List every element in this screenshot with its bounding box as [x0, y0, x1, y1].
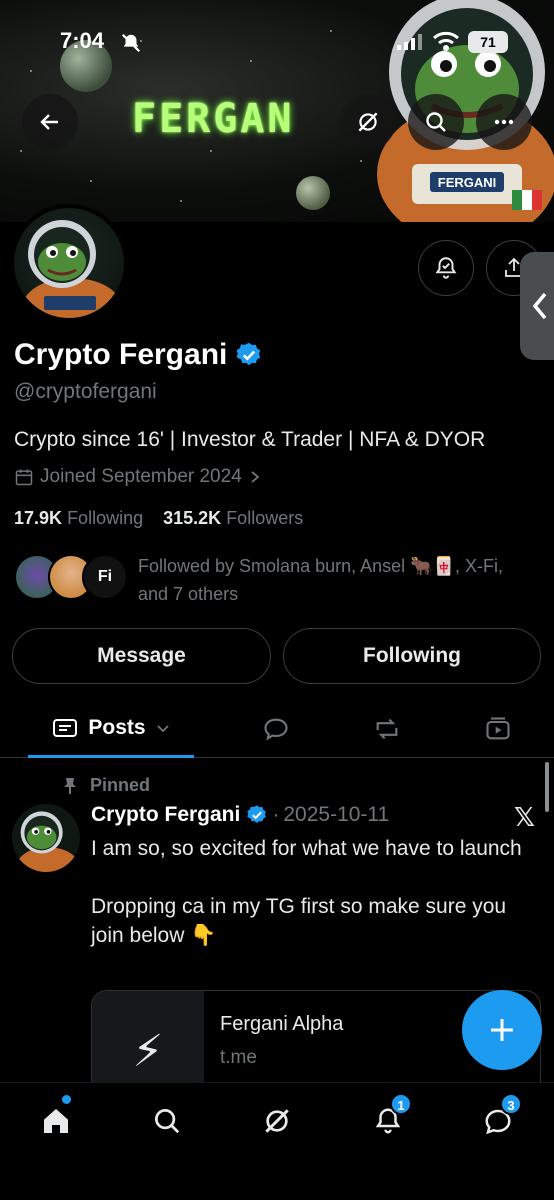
joined-text: Joined September 2024	[40, 466, 242, 487]
profile-bio: Crypto since 16' | Investor & Trader | N…	[14, 428, 486, 451]
tab-videos[interactable]	[481, 712, 515, 746]
profile-avatar[interactable]	[10, 204, 128, 322]
arrow-left-icon	[40, 114, 58, 130]
post-text[interactable]: I am so, so excited for what we have to …	[91, 834, 531, 950]
pinned-label: Pinned	[90, 775, 151, 795]
chevron-left-icon	[532, 292, 547, 320]
posts-icon	[53, 718, 78, 737]
grok-button[interactable]	[340, 94, 396, 150]
reply-bubble-icon	[264, 718, 288, 741]
post-author-name[interactable]: Crypto Fergani	[91, 803, 240, 827]
search-button[interactable]	[408, 94, 464, 150]
link-card-domain: t.me	[220, 1047, 257, 1068]
more-options-button[interactable]	[476, 94, 532, 150]
back-button[interactable]	[22, 94, 78, 150]
compose-post-button[interactable]	[462, 990, 542, 1070]
status-time: 7:04	[60, 28, 105, 53]
nav-messages[interactable]: 3	[476, 1093, 522, 1143]
post-text-line2: Dropping ca in my TG first so make sure …	[91, 895, 507, 947]
notifications-badge: 1	[390, 1093, 412, 1115]
battery-indicator: 71	[468, 31, 508, 53]
verified-badge-icon[interactable]	[235, 341, 263, 369]
mutual-followers-avatars[interactable]: Fi	[14, 554, 128, 600]
search-icon	[426, 112, 446, 132]
post-author-avatar[interactable]	[12, 804, 80, 872]
profile-tabs: Posts	[0, 700, 554, 758]
profile-name: Crypto Fergani	[14, 338, 263, 372]
tab-reposts[interactable]	[370, 712, 404, 746]
following-count: 17.9K	[14, 508, 63, 528]
pinned-indicator: Pinned	[62, 775, 150, 796]
search-icon	[155, 1109, 180, 1134]
avatar-image	[22, 220, 122, 318]
followers-label: Followers	[226, 508, 304, 528]
tab-posts[interactable]: Posts	[28, 700, 194, 758]
followers-link[interactable]: 315.2K Followers	[163, 508, 303, 528]
video-icon	[486, 717, 510, 740]
verified-badge-icon	[247, 805, 267, 823]
x-logo-icon: 𝕏	[514, 802, 535, 832]
more-horizontal-icon	[494, 119, 514, 125]
scrollbar[interactable]	[545, 762, 549, 812]
bottom-navigation: 1 3	[0, 1082, 554, 1200]
followed-by-text[interactable]: Followed by Smolana burn, Ansel 🐂🀄, X-Fi…	[138, 552, 528, 608]
nav-notifications[interactable]: 1	[366, 1093, 412, 1143]
cellular-signal-icon	[397, 34, 422, 50]
followers-count: 315.2K	[163, 508, 222, 528]
joined-date[interactable]: Joined September 2024	[14, 466, 262, 488]
tab-posts-label: Posts	[88, 715, 146, 739]
messages-badge: 3	[500, 1093, 522, 1115]
planet-graphic	[296, 176, 330, 210]
profile-handle: @cryptofergani	[14, 380, 157, 403]
unread-dot	[62, 1095, 71, 1104]
plus-icon	[491, 1019, 513, 1041]
nav-home[interactable]	[34, 1095, 78, 1143]
grok-icon	[358, 112, 378, 132]
repost-icon	[376, 718, 398, 740]
notifications-subscribe-button[interactable]	[418, 240, 474, 296]
chevron-right-icon	[251, 471, 260, 483]
nav-search[interactable]	[145, 1099, 189, 1143]
suit-label: FERGANI	[438, 175, 497, 190]
post-text-line1: I am so, so excited for what we have to …	[91, 837, 522, 860]
chevron-down-icon	[156, 724, 169, 732]
message-button[interactable]: Message	[12, 628, 271, 684]
status-bar: 7:04 71	[0, 22, 554, 62]
post-separator: ·	[272, 803, 280, 826]
wifi-icon	[433, 31, 459, 51]
pin-icon	[64, 777, 76, 794]
following-label: Following	[67, 508, 144, 528]
tab-replies[interactable]	[259, 712, 293, 746]
post-header: Crypto Fergani · 2025-10-11	[91, 803, 389, 827]
mutual-avatar-label: Fi	[97, 568, 113, 585]
follow-stats: 17.9K Following 315.2K Followers	[14, 508, 303, 529]
home-icon	[44, 1109, 68, 1133]
grok-icon	[265, 1109, 289, 1133]
calendar-icon	[15, 469, 33, 486]
mutual-avatar: Fi	[82, 554, 128, 600]
following-button[interactable]: Following	[283, 628, 541, 684]
following-link[interactable]: 17.9K Following	[14, 508, 143, 528]
profile-name-text: Crypto Fergani	[14, 338, 228, 371]
link-card-title: Fergani Alpha	[220, 1013, 344, 1035]
avatar-image	[12, 804, 80, 872]
side-panel-handle[interactable]	[520, 252, 554, 360]
silent-mode-icon	[121, 33, 141, 53]
nav-grok[interactable]	[255, 1099, 299, 1143]
post-date: 2025-10-11	[283, 803, 390, 826]
bell-check-icon	[435, 257, 457, 279]
banner-title: FERGAN	[132, 96, 295, 142]
